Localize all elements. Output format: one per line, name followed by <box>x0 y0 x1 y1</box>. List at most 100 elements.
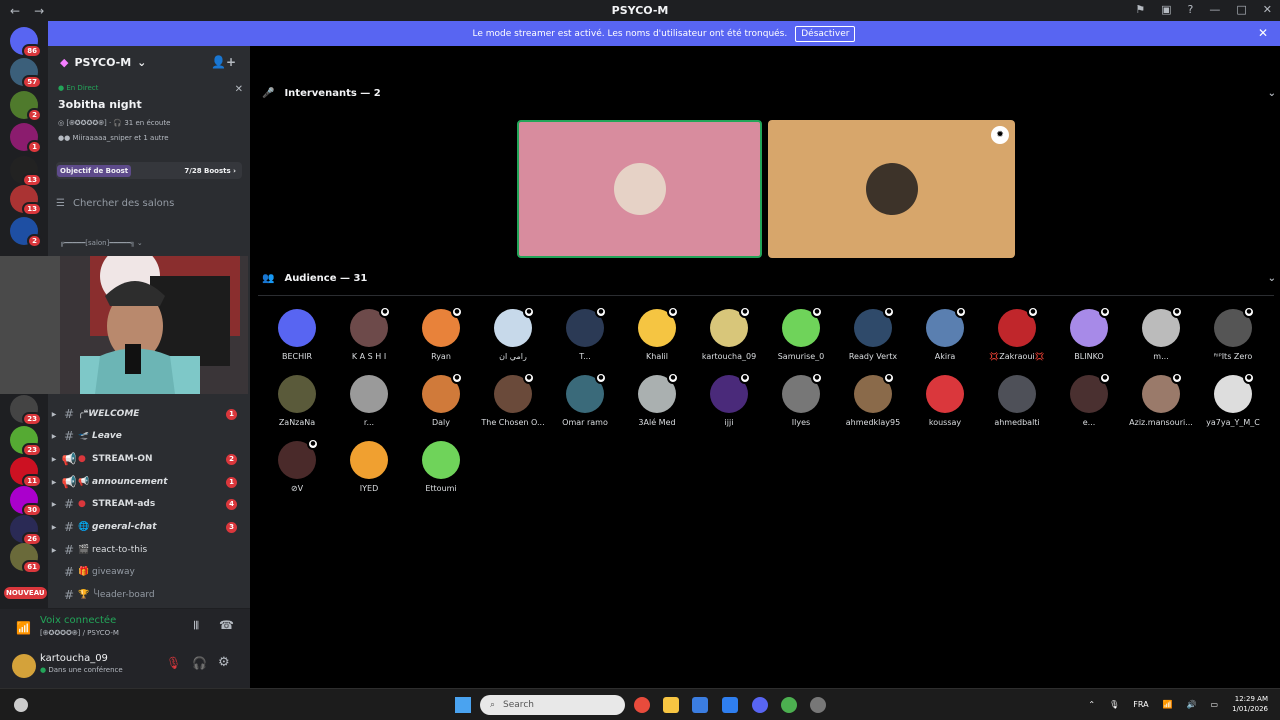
audience-member[interactable]: Ettoumi <box>405 441 477 493</box>
audience-member[interactable]: ● T... <box>549 306 621 361</box>
close-icon[interactable]: ✕ <box>1263 3 1272 16</box>
audience-member[interactable]: ● Ready Vertx <box>837 306 909 361</box>
audience-member[interactable]: ● ijji <box>693 372 765 427</box>
chrome-icon[interactable] <box>634 697 650 713</box>
server-icon[interactable]: 13 <box>10 156 42 187</box>
avatar[interactable] <box>12 654 36 678</box>
server-icon[interactable]: 11 <box>10 457 42 488</box>
store-icon[interactable] <box>692 697 708 713</box>
category-salon[interactable]: ╔━━━━━[salon]━━━━━╗ ⌄ <box>60 239 143 247</box>
home-button[interactable]: 86 <box>10 27 42 58</box>
server-icon[interactable]: 26 <box>10 515 42 546</box>
server-icon[interactable]: 23 <box>10 426 42 457</box>
server-icon[interactable]: 30 <box>10 486 42 517</box>
audience-member[interactable]: ● Aziz.mansouri... <box>1125 372 1197 427</box>
channel-item[interactable]: # 🎁 giveaway <box>48 562 248 582</box>
taskbar-search[interactable]: ⌕ Search <box>480 695 625 715</box>
audience-member[interactable]: ● رامي ان <box>477 306 549 361</box>
banner-close-icon[interactable]: ✕ <box>1258 26 1268 40</box>
mail-icon[interactable] <box>722 697 738 713</box>
disconnect-icon[interactable]: ☎ <box>219 618 234 632</box>
back-arrow-icon[interactable]: ← <box>10 4 20 18</box>
minimize-icon[interactable]: — <box>1209 3 1220 16</box>
file-explorer-icon[interactable] <box>663 697 679 713</box>
server-icon[interactable]: 57 <box>10 58 42 89</box>
disable-button[interactable]: Désactiver <box>795 25 856 42</box>
maximize-icon[interactable]: □ <box>1236 3 1246 16</box>
microphone-icon[interactable]: 🎙 <box>1109 700 1119 709</box>
speaker-tile[interactable]: ✹ <box>768 120 1015 258</box>
audience-member[interactable]: ZaNzaNa <box>261 375 333 427</box>
audience-member[interactable]: ● BLINKO <box>1053 306 1125 361</box>
clock[interactable]: 12:29 AM 1/01/2026 <box>1232 694 1268 714</box>
widgets-icon[interactable] <box>14 698 28 712</box>
audience-member[interactable]: ● 3Alé Med <box>621 372 693 427</box>
windows-start-icon[interactable] <box>455 697 471 713</box>
audience-member[interactable]: ahmedbalti <box>981 375 1053 427</box>
audience-member[interactable]: ● Omar ramo <box>549 372 621 427</box>
add-member-icon[interactable]: 👤+ <box>211 55 236 69</box>
channel-item[interactable]: ▶ 📢 ● STREAM-ON 2 <box>48 449 248 469</box>
app-icon[interactable] <box>810 697 826 713</box>
server-icon[interactable]: 2 <box>10 91 42 122</box>
audience-member[interactable]: ● K A S H I <box>333 306 405 361</box>
server-header[interactable]: ◆ PSYCO-M ⌄ 👤+ <box>48 46 250 78</box>
audience-member[interactable]: ● Ryan <box>405 306 477 361</box>
server-icon[interactable]: 61 <box>10 543 42 574</box>
audience-member[interactable]: ● Akira <box>909 306 981 361</box>
server-icon[interactable]: 13 <box>10 185 42 216</box>
chevron-down-icon[interactable]: ⌄ <box>1268 88 1276 99</box>
volume-icon[interactable]: 🔊 <box>1187 700 1197 709</box>
audience-header[interactable]: 👥 Audience — 31 ⌄ <box>262 273 1276 284</box>
audience-member[interactable]: koussay <box>909 375 981 427</box>
voice-channel[interactable]: [֎✪✪✪✪֎] / PSYCO-M <box>40 629 119 638</box>
speakers-header[interactable]: 🎤 Intervenants — 2 ⌄ <box>262 88 1276 99</box>
channel-search[interactable]: ☰ Chercher des salons <box>56 198 242 209</box>
speaker-tile[interactable] <box>517 120 762 258</box>
battery-icon[interactable]: ▭ <box>1211 700 1219 709</box>
audience-member[interactable]: ● ya7ya_Y_M_C <box>1197 372 1269 427</box>
soundboard-icon[interactable]: 𝄃𝄃 <box>194 619 199 633</box>
audience-member[interactable]: ● m... <box>1125 306 1197 361</box>
audience-member[interactable]: ● Khalil <box>621 306 693 361</box>
channel-item[interactable]: ▶ # 🌐 general-chat 3 <box>48 517 248 537</box>
chrome-app-icon[interactable] <box>781 697 797 713</box>
inbox-icon[interactable]: ⚑ <box>1135 3 1145 16</box>
screen-icon[interactable]: ▣ <box>1161 3 1171 16</box>
boost-goal[interactable]: Objectif de Boost 7/28 Boosts › <box>56 162 242 179</box>
close-icon[interactable]: ✕ <box>235 84 243 95</box>
audience-member[interactable]: r... <box>333 375 405 427</box>
voice-status[interactable]: Voix connectée <box>40 615 116 626</box>
channel-item[interactable]: # 🏆 ╰leader-board <box>48 585 248 605</box>
mic-muted-icon[interactable]: 🎙 <box>166 656 181 670</box>
server-icon[interactable]: 2 <box>10 217 42 248</box>
audience-member[interactable]: ● 💢Zakraoui💢 <box>981 306 1053 361</box>
audience-member[interactable]: ● Ilyes <box>765 372 837 427</box>
headphones-icon[interactable]: 🎧 <box>192 656 207 670</box>
channel-item[interactable]: ▶ # ╭❝WELCOME 1 <box>48 404 248 424</box>
server-icon[interactable]: 23 <box>10 395 42 426</box>
server-icon[interactable]: 1 <box>10 123 42 154</box>
channel-item[interactable]: ▶ # ● STREAM-ads 4 <box>48 494 248 514</box>
settings-gear-icon[interactable]: ⚙ <box>218 655 230 670</box>
audience-member[interactable]: ● kartoucha_09 <box>693 306 765 361</box>
audience-member[interactable]: ● The Chosen O... <box>477 372 549 427</box>
audience-member[interactable]: BECHIR <box>261 309 333 361</box>
channel-item[interactable]: ▶ # 🛫 Leave <box>48 426 248 446</box>
audience-member[interactable]: ● ⊘V <box>261 438 333 493</box>
help-icon[interactable]: ? <box>1188 3 1194 16</box>
chevron-up-icon[interactable]: ⌃ <box>1088 700 1095 709</box>
audience-member[interactable]: ● Samurise_0 <box>765 306 837 361</box>
forward-arrow-icon[interactable]: → <box>34 4 44 18</box>
audience-member[interactable]: ● e... <box>1053 372 1125 427</box>
audience-member[interactable]: IYED <box>333 441 405 493</box>
audience-member[interactable]: ● ᴿᴵᴾIts Zero <box>1197 306 1269 361</box>
audience-member[interactable]: ● ahmedklay95 <box>837 372 909 427</box>
discord-icon[interactable] <box>752 697 768 713</box>
wifi-icon[interactable]: 📶 <box>1163 700 1173 709</box>
channel-item[interactable]: ▶ 📢 📢 announcement 1 <box>48 472 248 492</box>
chevron-down-icon[interactable]: ⌄ <box>1268 273 1276 284</box>
channel-item[interactable]: ▶ # 🎬 react-to-this <box>48 540 248 560</box>
audience-member[interactable]: ● Daly <box>405 372 477 427</box>
language-indicator[interactable]: FRA <box>1133 700 1148 709</box>
